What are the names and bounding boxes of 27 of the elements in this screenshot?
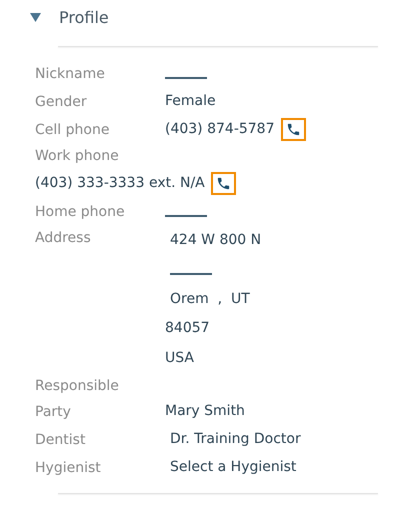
field-label: Hygienist	[35, 458, 102, 478]
phone-number: (403) 874-5787	[165, 120, 274, 139]
field-value: Select a Hygienist	[170, 458, 296, 476]
collapse-triangle-icon[interactable]	[30, 12, 41, 22]
phone-number: (403) 333-3333 ext. N/A	[35, 174, 205, 193]
call-button[interactable]	[280, 118, 306, 140]
field-value: USA	[165, 348, 194, 368]
field-value: 84057	[165, 319, 210, 338]
section-title: Profile	[59, 8, 109, 26]
call-button[interactable]	[210, 172, 236, 194]
field-label: Responsible Party	[35, 376, 120, 422]
field-label: Gender	[35, 93, 88, 112]
field-label: Nickname	[35, 65, 106, 84]
empty-value-line	[165, 77, 207, 79]
empty-value-line	[165, 215, 207, 217]
field-label: Cell phone	[35, 121, 110, 140]
field-label: Dentist	[35, 430, 86, 450]
phone-icon	[286, 122, 300, 136]
field-value: Mary Smith	[165, 402, 245, 420]
field-label: Home phone	[35, 203, 126, 222]
field-value: Dr. Training Doctor	[170, 430, 301, 448]
phone-icon	[216, 176, 231, 190]
field-value: Orem , UT	[170, 290, 250, 309]
field-value: Female	[165, 92, 216, 111]
field-value: 424 W 800 N	[170, 230, 262, 250]
field-label: Address	[35, 229, 92, 248]
field-label: Work phone	[35, 147, 120, 166]
